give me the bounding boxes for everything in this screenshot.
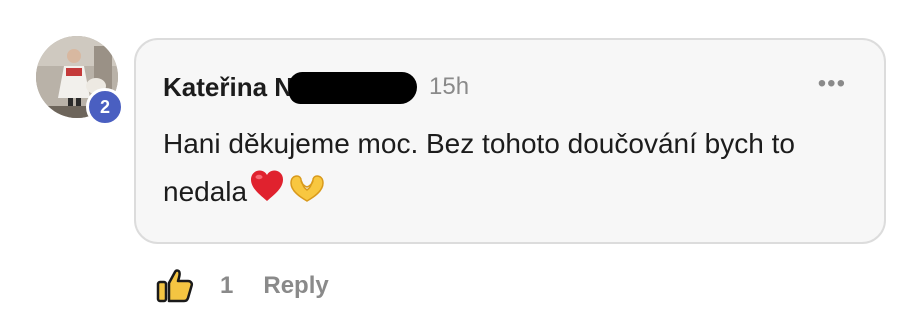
thumbs-up-icon	[156, 269, 194, 303]
like-button[interactable]	[156, 267, 194, 305]
comment-header: Kateřina N 15h	[163, 70, 469, 104]
heart-hands-emoji	[287, 170, 327, 218]
avatar-badge: 2	[86, 88, 124, 126]
comment-bubble: Kateřina N 15h ••• Hani děkujeme moc. Be…	[134, 38, 886, 244]
like-count[interactable]: 1	[220, 272, 233, 300]
comment-timestamp[interactable]: 15h	[429, 73, 469, 101]
comment-item: 2 Kateřina N 15h ••• Hani děkujeme moc. …	[0, 0, 924, 334]
red-heart-emoji	[249, 169, 285, 218]
redaction-mark	[289, 72, 418, 104]
author-name[interactable]: Kateřina N	[163, 72, 293, 103]
reply-button[interactable]: Reply	[263, 272, 328, 300]
more-options-icon[interactable]: •••	[818, 72, 846, 96]
comment-body: Hani děkujeme moc. Bez tohoto doučování …	[163, 120, 863, 218]
comment-actions: 1 Reply	[156, 266, 329, 306]
